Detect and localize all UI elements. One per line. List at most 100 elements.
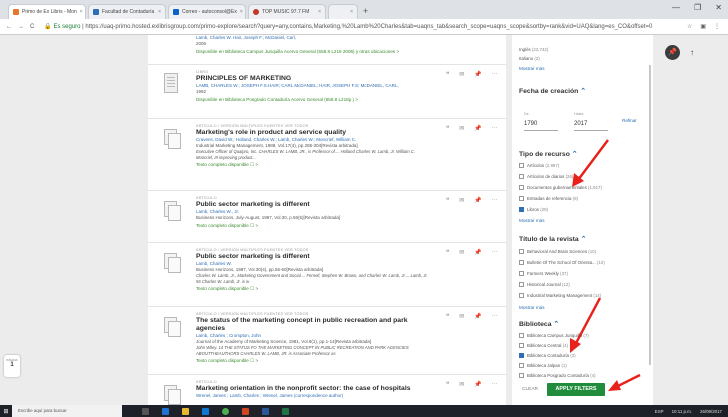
result-record[interactable]: ARTÍCULO / versión múltiples fuentes ver… [148,307,506,375]
browser-tab[interactable]: Primo de Ex Libris - Mon × [8,4,86,19]
pin-icon[interactable]: 📌 [474,125,481,132]
taskbar-search[interactable]: Escribe aquí para buscar [12,405,122,417]
email-icon[interactable]: ✉ [459,381,464,388]
facet-checkbox-item[interactable]: Historical Journal (12) [519,282,570,287]
pin-icon[interactable]: 📌 [474,381,481,388]
chrome-icon[interactable] [222,407,229,415]
citation-icon[interactable]: ❝ [446,313,449,320]
date-to-input[interactable]: 2017 [574,117,608,131]
record-availability[interactable]: Texto completo disponible ☐ > [196,357,428,365]
citation-icon[interactable]: ❝ [446,125,449,132]
checkbox[interactable] [519,293,524,298]
browser-tab[interactable]: TOP MUSIC 97.7 FM × [248,4,326,19]
checkbox[interactable] [519,373,524,378]
close-icon[interactable]: × [158,5,161,19]
email-icon[interactable]: ✉ [459,249,464,256]
store-icon[interactable] [202,407,209,415]
result-record[interactable]: Lamb, Charles W. Hair, Joseph F.; McDani… [148,35,506,65]
facet-item[interactable]: Inglés (22,742) [519,47,548,52]
show-more-link[interactable]: Mostrar más [519,305,545,310]
checkbox[interactable] [519,271,524,276]
result-record[interactable]: LIBRO PRINCIPLES OF MARKETING LAMB, CHAR… [148,65,506,119]
refine-button[interactable]: Refinar [622,118,637,123]
reload-icon[interactable]: C [30,24,34,30]
file-explorer-icon[interactable] [182,407,189,415]
checkbox[interactable] [519,363,524,368]
facet-checkbox-item[interactable]: Biblioteca Jalpan (1) [519,363,567,368]
clock-date[interactable]: 26/09/2017 [700,409,722,414]
facet-scrollbar[interactable] [649,65,651,365]
facet-checkbox-item[interactable]: Artículos de diarios (26) [519,174,573,179]
record-availability[interactable]: Texto completo disponible ☐ > [196,285,428,293]
facet-checkbox-item[interactable]: Industrial Marketing Management (14) [519,293,601,298]
url-field[interactable]: 🔒 Es seguro | https://uaq-primo.hosted.e… [40,21,681,33]
facet-checkbox-item[interactable]: Entradas de referencia (9) [519,196,578,201]
more-icon[interactable]: ··· [492,381,498,388]
facet-checkbox-item[interactable]: Artículos (2,987) [519,163,559,168]
apply-filters-button[interactable]: APPLY FILTERS [547,383,605,396]
pin-button[interactable]: 📌 [665,45,680,60]
powerpoint-icon[interactable] [242,407,249,415]
star-icon[interactable]: ☆ [687,23,692,30]
record-title[interactable]: Public sector marketing is different [196,253,428,261]
facet-checkbox-item[interactable]: Biblioteca Posgrado Contaduría (4) [519,373,596,378]
facet-heading-resource[interactable]: Tipo de recurso ⌃ [519,150,577,158]
close-icon[interactable]: × [318,5,321,19]
facet-heading-date[interactable]: Fecha de creación ⌃ [519,87,586,95]
record-title[interactable]: PRINCIPLES OF MARKETING [196,75,428,83]
facet-checkbox-item[interactable]: Biblioteca Contaduría (3) [519,353,576,358]
citation-icon[interactable]: ❝ [446,71,449,78]
email-icon[interactable]: ✉ [459,71,464,78]
windows-start-icon[interactable]: ⊞ [0,408,12,415]
facet-checkbox-item[interactable]: Behavioral And Brain Sciences (10) [519,249,596,254]
record-title[interactable]: Marketing's role in product and service … [196,129,428,137]
more-icon[interactable]: ··· [492,249,498,256]
citation-icon[interactable]: ❝ [446,197,449,204]
pin-icon[interactable]: 📌 [474,71,481,78]
record-availability[interactable]: Texto completo disponible ☐ > [196,161,428,169]
pin-icon[interactable]: 📌 [474,249,481,256]
close-icon[interactable]: × [240,5,243,19]
close-icon[interactable]: × [80,5,83,19]
result-record[interactable]: ARTÍCULO Public sector marketing is diff… [148,191,506,243]
excel-icon[interactable] [282,407,289,415]
result-record[interactable]: ARTÍCULO Marketing orientation in the no… [148,375,506,405]
email-icon[interactable]: ✉ [459,313,464,320]
facet-heading-journal[interactable]: Título de la revista ⌃ [519,235,586,243]
record-availability[interactable]: Disponible en Biblioteca Posgrado Contad… [196,96,428,104]
show-more-link[interactable]: Mostrar más [519,66,545,71]
word-icon[interactable] [262,407,269,415]
close-window-icon[interactable]: ✕ [715,3,722,12]
maximize-icon[interactable]: ❐ [694,3,701,12]
browser-tab[interactable]: Correo - autoconsol@Ex × [168,4,246,19]
forward-icon[interactable]: → [18,24,24,30]
citation-icon[interactable]: ❝ [446,249,449,256]
language-indicator[interactable]: ESP [655,409,664,414]
close-icon[interactable]: × [350,5,353,19]
facet-item[interactable]: Italiano (2) [519,56,540,61]
clear-filters-button[interactable]: CLEAR [522,387,538,392]
record-authors[interactable]: Wrenel, James ; Lamb, Charles ; Wrenel, … [196,393,428,399]
edge-icon[interactable] [162,407,169,415]
result-record[interactable]: ARTÍCULO / versión múltiples fuentes ver… [148,243,506,307]
minimize-icon[interactable]: — [672,3,680,12]
checkbox[interactable] [519,343,524,348]
pin-icon[interactable]: 📌 [474,313,481,320]
facet-checkbox-item[interactable]: Libros (29) [519,207,548,212]
facet-heading-library[interactable]: Biblioteca ⌃ [519,320,559,328]
facet-checkbox-item[interactable]: Documentos gubernamentales (1,617) [519,185,602,190]
record-title[interactable]: The status of the marketing concept in p… [196,317,428,333]
menu-icon[interactable]: ⋮ [714,23,720,30]
email-icon[interactable]: ✉ [459,197,464,204]
email-icon[interactable]: ✉ [459,125,464,132]
checkbox[interactable] [519,260,524,265]
record-authors[interactable]: LAMB, CHARLES W.; JOSEPH F.S.HAIR; CARL … [196,83,428,89]
record-availability[interactable]: Disponible en Biblioteca Campus Juriquil… [196,48,428,56]
more-icon[interactable]: ··· [492,197,498,204]
more-icon[interactable]: ··· [492,313,498,320]
clock-time[interactable]: 10:11 p.m. [672,409,692,414]
checkbox-checked[interactable] [519,207,524,212]
checkbox-checked[interactable] [519,353,524,358]
facet-checkbox-item[interactable]: Bulletin Of The School Of Orienta... (10… [519,260,605,265]
citation-icon[interactable]: ❝ [446,381,449,388]
